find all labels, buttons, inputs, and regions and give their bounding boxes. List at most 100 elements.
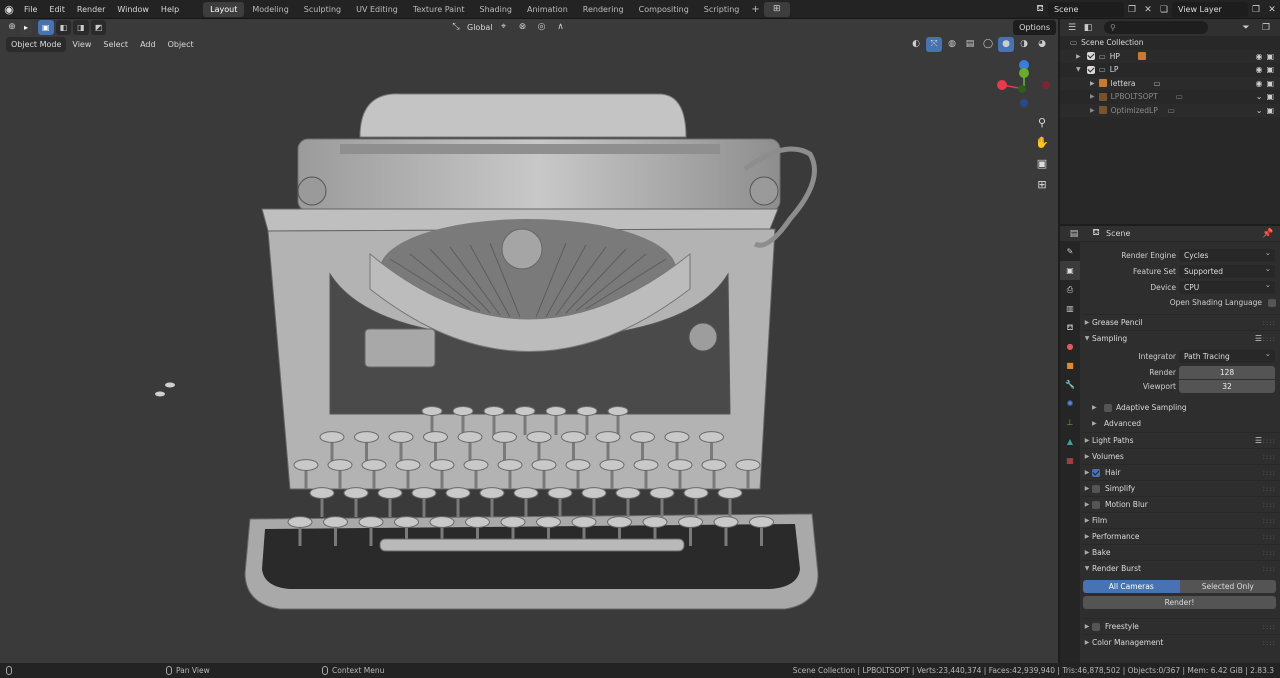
- menu-edit[interactable]: Edit: [43, 0, 71, 19]
- blender-logo-icon[interactable]: ◉: [0, 0, 18, 19]
- navigation-gizmo[interactable]: [996, 59, 1056, 119]
- properties-editor-icon[interactable]: ▤: [1066, 226, 1082, 241]
- pin-icon[interactable]: 📌: [1260, 226, 1276, 241]
- outliner-search-input[interactable]: ⚲: [1104, 21, 1208, 34]
- section-light-paths[interactable]: ▶ Light Paths ☰::::: [1082, 432, 1280, 448]
- section-film[interactable]: ▶ Film::::: [1082, 512, 1280, 528]
- expand-icon[interactable]: ▶: [1090, 107, 1095, 114]
- tab-texture-paint[interactable]: Texture Paint: [406, 2, 472, 17]
- outliner-item-optimizedlp[interactable]: ▶ OptimizedLP ▭ ⌄ ▣: [1060, 103, 1280, 117]
- eye-hidden-icon[interactable]: ⌄: [1256, 106, 1263, 115]
- filter-icon[interactable]: ⏷: [1238, 20, 1254, 35]
- eye-icon[interactable]: ◉: [1255, 52, 1262, 61]
- outliner-item-lp[interactable]: ▼ ▭ LP ◉ ▣: [1060, 63, 1280, 77]
- view-layer-field[interactable]: View Layer: [1172, 2, 1248, 17]
- scene-icon[interactable]: ⛾: [1032, 2, 1048, 17]
- section-hair[interactable]: ▶ Hair::::: [1082, 464, 1280, 480]
- render-burst-button[interactable]: Render!: [1083, 596, 1276, 609]
- render-icon[interactable]: ▣: [1266, 65, 1274, 74]
- zoom-icon[interactable]: ⚲: [1033, 113, 1051, 131]
- render-tab-icon[interactable]: ▣: [1060, 261, 1080, 280]
- collapse-icon[interactable]: ▼: [1076, 66, 1081, 73]
- all-cameras-button[interactable]: All Cameras: [1083, 580, 1180, 593]
- object-tab-icon[interactable]: ■: [1060, 356, 1080, 375]
- modifier-tab-icon[interactable]: 🔧: [1060, 375, 1080, 394]
- outliner-item-lpboltsopt[interactable]: ▶ LPBOLTSOPT ▭ ⌄ ▣: [1060, 90, 1280, 104]
- tab-uv-editing[interactable]: UV Editing: [349, 2, 405, 17]
- render-icon[interactable]: ▣: [1266, 52, 1274, 61]
- view-layer-icon[interactable]: ❏: [1156, 2, 1172, 17]
- include-checkbox[interactable]: [1086, 65, 1095, 74]
- eye-hidden-icon[interactable]: ⌄: [1256, 92, 1263, 101]
- expand-icon[interactable]: ▶: [1090, 93, 1095, 100]
- menu-help[interactable]: Help: [155, 0, 185, 19]
- render-samples-field[interactable]: 128: [1179, 366, 1275, 379]
- new-collection-icon[interactable]: ❐: [1258, 20, 1274, 35]
- motion-blur-checkbox[interactable]: [1092, 500, 1100, 509]
- freestyle-checkbox[interactable]: [1092, 622, 1100, 631]
- tab-animation[interactable]: Animation: [520, 2, 575, 17]
- scene-copy-icon[interactable]: ❐: [1124, 2, 1140, 17]
- include-checkbox[interactable]: [1086, 52, 1095, 61]
- typewriter-model[interactable]: [0, 19, 1058, 663]
- tab-modeling[interactable]: Modeling: [245, 2, 295, 17]
- outliner-root[interactable]: ▭ Scene Collection: [1060, 36, 1280, 50]
- tool-tab-icon[interactable]: ✎: [1060, 242, 1080, 261]
- feature-set-select[interactable]: Supported: [1179, 262, 1275, 278]
- section-freestyle[interactable]: ▶ Freestyle::::: [1082, 618, 1280, 634]
- hair-checkbox[interactable]: [1092, 468, 1100, 477]
- section-bake[interactable]: ▶ Bake::::: [1082, 544, 1280, 560]
- expand-icon[interactable]: ▶: [1076, 53, 1081, 60]
- texture-tab-icon[interactable]: ▦: [1060, 451, 1080, 470]
- scene-tab-icon[interactable]: ⛾: [1060, 318, 1080, 337]
- tab-layout[interactable]: Layout: [203, 1, 245, 17]
- subsection-adaptive-sampling[interactable]: ▶ Adaptive Sampling: [1092, 400, 1280, 415]
- add-workspace-icon[interactable]: +: [747, 4, 763, 15]
- eye-icon[interactable]: ◉: [1255, 79, 1262, 88]
- outliner-item-lettera[interactable]: ▶ lettera ▭ ◉ ▣: [1060, 76, 1280, 90]
- physics-tab-icon[interactable]: ⊥: [1060, 413, 1080, 432]
- grid-view-icon[interactable]: ⊞: [1033, 175, 1051, 193]
- section-performance[interactable]: ▶ Performance::::: [1082, 528, 1280, 544]
- adaptive-sampling-checkbox[interactable]: [1104, 403, 1112, 412]
- world-tab-icon[interactable]: ●: [1060, 337, 1080, 356]
- selected-only-button[interactable]: Selected Only: [1179, 580, 1276, 593]
- outliner-item-hp[interactable]: ▶ ▭ HP ◉ ▣: [1060, 49, 1280, 63]
- output-tab-icon[interactable]: ⎙: [1060, 280, 1080, 299]
- view-layer-close-icon[interactable]: ✕: [1264, 2, 1280, 17]
- section-render-burst[interactable]: ▼ Render Burst::::: [1082, 560, 1280, 576]
- integrator-select[interactable]: Path Tracing: [1179, 347, 1275, 363]
- outliner-editor-icon[interactable]: ☰: [1064, 20, 1080, 35]
- tab-shading[interactable]: Shading: [472, 2, 519, 17]
- simplify-checkbox[interactable]: [1092, 484, 1100, 493]
- section-grease-pencil[interactable]: ▶ Grease Pencil::::: [1082, 314, 1280, 330]
- scene-close-icon[interactable]: ✕: [1140, 2, 1156, 17]
- workspace-more-icon[interactable]: ⊞: [763, 1, 790, 17]
- particles-tab-icon[interactable]: ✺: [1060, 394, 1080, 413]
- render-icon[interactable]: ▣: [1266, 92, 1274, 101]
- subsection-advanced[interactable]: ▶ Advanced: [1092, 416, 1280, 431]
- device-select[interactable]: CPU: [1179, 278, 1275, 294]
- tab-rendering[interactable]: Rendering: [576, 2, 631, 17]
- expand-icon[interactable]: ▶: [1090, 80, 1095, 87]
- presets-list-icon[interactable]: ☰: [1255, 436, 1262, 445]
- menu-file[interactable]: File: [18, 0, 43, 19]
- scene-field[interactable]: Scene: [1048, 2, 1124, 17]
- presets-list-icon[interactable]: ☰: [1255, 334, 1262, 343]
- viewport-samples-field[interactable]: 32: [1179, 380, 1275, 393]
- menu-window[interactable]: Window: [111, 0, 155, 19]
- menu-render[interactable]: Render: [71, 0, 111, 19]
- section-sampling[interactable]: ▼ Sampling ☰::::: [1082, 330, 1280, 346]
- camera-view-icon[interactable]: ▣: [1033, 154, 1051, 172]
- view-layer-copy-icon[interactable]: ❐: [1248, 2, 1264, 17]
- section-volumes[interactable]: ▶ Volumes::::: [1082, 448, 1280, 464]
- section-color-management[interactable]: ▶ Color Management::::: [1082, 634, 1280, 650]
- render-icon[interactable]: ▣: [1266, 106, 1274, 115]
- osl-checkbox[interactable]: [1268, 298, 1276, 307]
- render-engine-select[interactable]: Cycles: [1179, 246, 1275, 262]
- pan-hand-icon[interactable]: ✋: [1033, 133, 1051, 151]
- 3d-viewport[interactable]: ⊕ ▸ ▣ ◧ ◨ ◩ ⤡ Global ⌖ ⊗ ◎ ∧ Options Obj…: [0, 19, 1058, 663]
- eye-icon[interactable]: ◉: [1255, 65, 1262, 74]
- render-icon[interactable]: ▣: [1266, 79, 1274, 88]
- object-data-tab-icon[interactable]: ▲: [1060, 432, 1080, 451]
